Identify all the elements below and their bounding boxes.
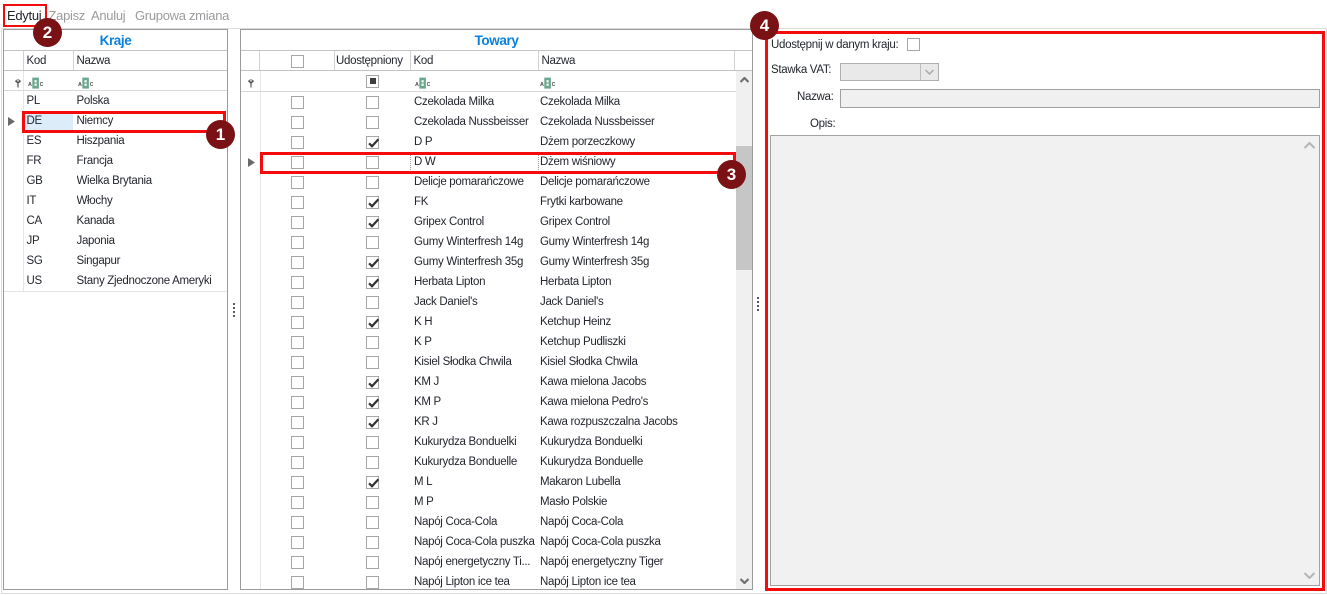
svg-text:C: C <box>551 82 555 88</box>
svg-text:C: C <box>426 82 430 88</box>
svg-text:A: A <box>78 82 83 88</box>
svg-text:C: C <box>40 82 44 88</box>
svg-text:A: A <box>28 82 33 88</box>
svg-text:A: A <box>540 82 545 88</box>
svg-text:C: C <box>90 82 94 88</box>
svg-text:A: A <box>415 82 420 88</box>
